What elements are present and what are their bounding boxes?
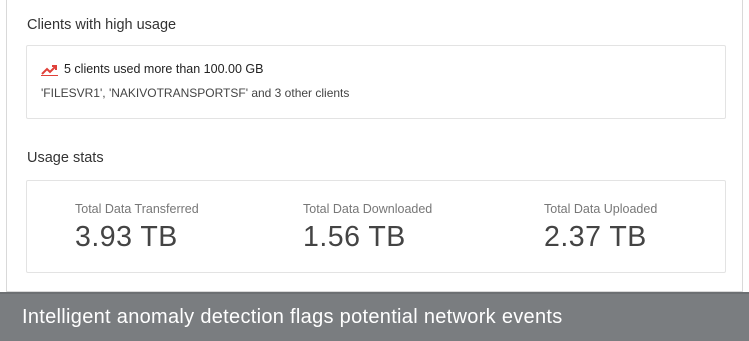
high-usage-title: Clients with high usage (27, 17, 177, 33)
caption-bar: Intelligent anomaly detection flags pote… (0, 292, 749, 341)
stat-value: 3.93 TB (75, 221, 178, 253)
usage-stats-card: Total Data Transferred 3.93 TB Total Dat… (26, 180, 726, 273)
high-usage-alert[interactable]: 5 clients used more than 100.00 GB (41, 62, 263, 76)
stat-total-transferred: Total Data Transferred 3.93 TB (75, 202, 199, 254)
usage-panel: Clients with high usage 5 clients used m… (6, 0, 743, 292)
stat-value: 2.37 TB (544, 221, 647, 253)
stat-value: 1.56 TB (303, 221, 406, 253)
stat-label: Total Data Uploaded (544, 202, 658, 216)
usage-stats-title: Usage stats (27, 150, 104, 166)
high-usage-alert-text: 5 clients used more than 100.00 GB (64, 62, 264, 76)
stat-total-uploaded: Total Data Uploaded 2.37 TB (544, 202, 657, 254)
stat-total-downloaded: Total Data Downloaded 1.56 TB (303, 202, 432, 254)
caption-text: Intelligent anomaly detection flags pote… (22, 306, 563, 328)
high-usage-card: 5 clients used more than 100.00 GB 'FILE… (26, 45, 726, 119)
trending-up-icon (41, 63, 58, 76)
stat-label: Total Data Downloaded (303, 202, 433, 216)
high-usage-clients: 'FILESVR1', 'NAKIVOTRANSPORTSF' and 3 ot… (41, 86, 350, 100)
stat-label: Total Data Transferred (75, 202, 199, 216)
